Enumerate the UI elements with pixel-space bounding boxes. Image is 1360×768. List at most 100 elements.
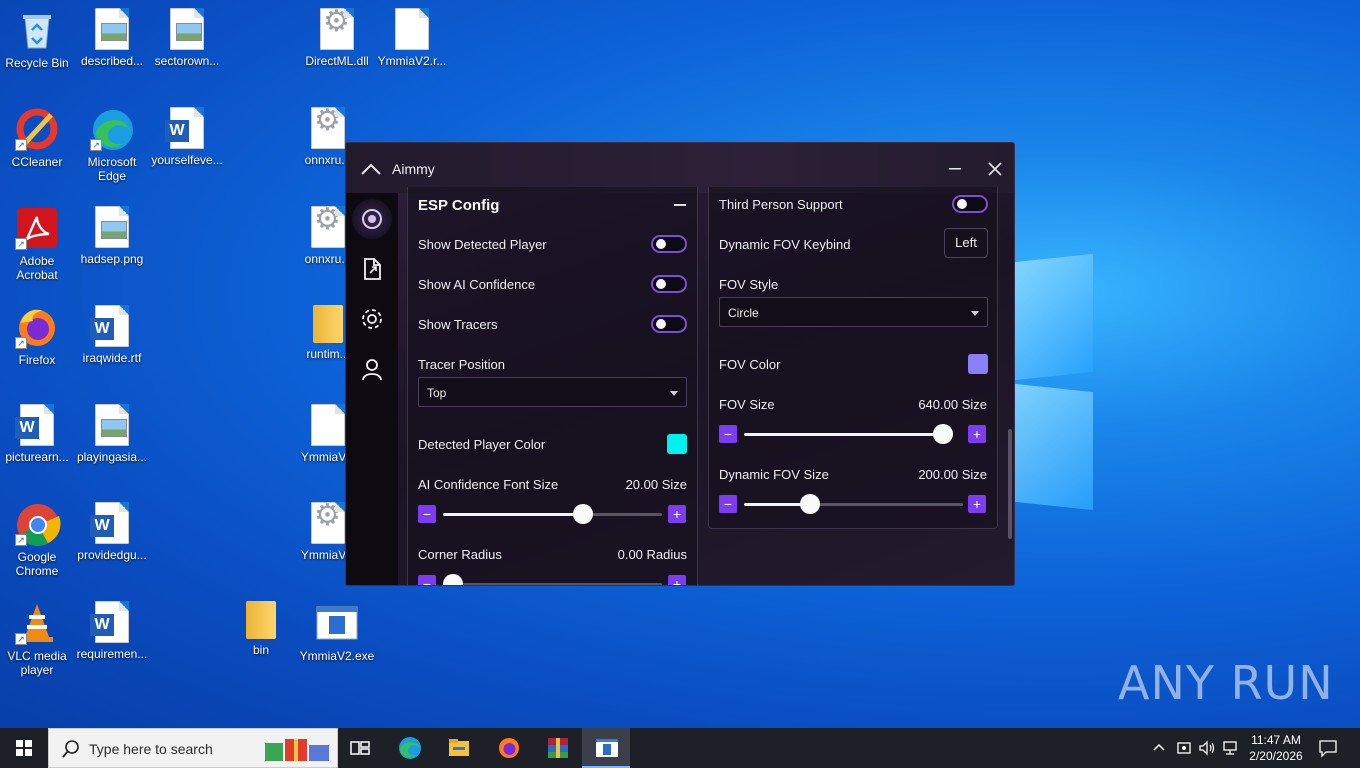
- volume-icon[interactable]: [1198, 740, 1216, 759]
- taskbar-search-box[interactable]: Type here to search: [48, 728, 338, 768]
- desktop-icon-requiremen[interactable]: requiremen...: [74, 601, 150, 661]
- folder-icon: [246, 601, 276, 639]
- increase-button[interactable]: +: [668, 575, 686, 585]
- file-explorer-icon[interactable]: [447, 736, 471, 760]
- network-icon[interactable]: [1222, 740, 1240, 759]
- corner-radius-slider[interactable]: [443, 574, 662, 585]
- clock-time: 11:47 AM: [1251, 733, 1301, 747]
- chrome-icon: ↗: [15, 502, 61, 546]
- desktop-icon-hadsep[interactable]: hadsep.png: [74, 206, 150, 266]
- start-button[interactable]: [0, 728, 48, 768]
- decrease-button[interactable]: −: [719, 425, 737, 443]
- show-detected-player-toggle[interactable]: [651, 235, 687, 253]
- desktop-icon-label: Recycle Bin: [5, 56, 69, 70]
- desktop-icon-ymmiav2-exe[interactable]: YmmiaV2.exe: [299, 601, 375, 663]
- desktop-icon-bin[interactable]: bin: [223, 601, 299, 657]
- show-ai-confidence-toggle[interactable]: [651, 275, 687, 293]
- desktop-icon-described[interactable]: described...: [74, 8, 150, 68]
- slider-thumb[interactable]: [443, 574, 463, 585]
- increase-button[interactable]: +: [668, 505, 686, 523]
- increase-button[interactable]: +: [968, 425, 986, 443]
- desktop-icon-yourselfeve[interactable]: yourselfeve...: [149, 107, 225, 167]
- nav-file-export-icon[interactable]: [359, 256, 385, 282]
- meet-now-icon[interactable]: [1176, 740, 1192, 759]
- desktop-icon-ymmiav2-r[interactable]: YmmiaV2.r...: [374, 8, 450, 68]
- desktop-icon-acrobat[interactable]: ↗ Adobe Acrobat: [0, 206, 75, 282]
- detected-player-color-label: Detected Player Color: [418, 437, 546, 452]
- desktop-icon-directml[interactable]: DirectML.dll: [299, 8, 375, 68]
- decrease-button[interactable]: −: [719, 495, 737, 513]
- blank-file-icon: [311, 404, 345, 446]
- close-button[interactable]: [985, 157, 1005, 179]
- nav-aim-target-icon[interactable]: [352, 199, 392, 239]
- content-scrollbar[interactable]: [1008, 429, 1012, 539]
- increase-button[interactable]: +: [968, 495, 986, 513]
- toggle-knob: [656, 319, 666, 329]
- decrease-button[interactable]: −: [418, 575, 436, 585]
- notification-center-icon[interactable]: [1318, 738, 1338, 761]
- slider-thumb[interactable]: [799, 494, 820, 514]
- edge-taskbar-icon[interactable]: [398, 736, 422, 760]
- third-person-support-toggle[interactable]: [952, 195, 988, 213]
- dll-file-icon: [311, 107, 345, 149]
- slider-fill: [443, 513, 584, 516]
- taskbar-clock[interactable]: 11:47 AM 2/20/2026: [1248, 732, 1304, 764]
- desktop-icon-edge[interactable]: ↗ Microsoft Edge: [74, 107, 150, 183]
- desktop-icon-label: bin: [252, 643, 269, 657]
- image-file-icon: [170, 8, 204, 50]
- slider-fill: [744, 433, 943, 436]
- nav-account-user-icon[interactable]: [359, 356, 385, 382]
- dynamic-fov-size-slider[interactable]: [744, 494, 963, 514]
- taskbar-app-active[interactable]: [582, 728, 630, 768]
- toggle-label: Show Tracers: [418, 317, 498, 332]
- dynamic-fov-keybind-button[interactable]: Left: [944, 228, 988, 258]
- chevron-up-icon[interactable]: [360, 158, 382, 180]
- fov-style-label: FOV Style: [719, 277, 779, 292]
- dynamic-fov-size-label: Dynamic FOV Size: [719, 467, 829, 482]
- firefox-taskbar-icon[interactable]: [497, 736, 521, 760]
- show-hidden-icons-chevron-icon[interactable]: [1152, 740, 1166, 757]
- title-bar[interactable]: Aimmy: [346, 143, 1014, 193]
- window-title: Aimmy: [392, 161, 435, 177]
- task-view-icon[interactable]: [348, 736, 372, 760]
- desktop-icon-sectorown[interactable]: sectorown...: [149, 8, 225, 68]
- blank-file-icon: [395, 8, 429, 50]
- panel-heading: ESP Config: [418, 197, 500, 214]
- aimmy-window[interactable]: Aimmy ESP Config Show Detected Player Sh: [345, 142, 1015, 586]
- acrobat-icon: ↗: [15, 206, 59, 250]
- desktop-icon-firefox[interactable]: ↗ Firefox: [0, 305, 75, 367]
- watermark-text: ANY RUN: [1118, 656, 1334, 710]
- shortcut-arrow-icon: ↗: [15, 139, 27, 151]
- fov-size-slider[interactable]: [744, 424, 953, 444]
- desktop-icon-playingasia[interactable]: playingasia...: [74, 404, 150, 464]
- winrar-taskbar-icon[interactable]: [546, 736, 570, 760]
- desktop-icon-ccleaner[interactable]: ↗ CCleaner: [0, 107, 75, 169]
- ai-confidence-font-size-slider[interactable]: [443, 504, 662, 524]
- show-tracers-toggle[interactable]: [651, 315, 687, 333]
- decrease-button[interactable]: −: [418, 505, 436, 523]
- fov-style-dropdown[interactable]: Circle: [719, 297, 988, 327]
- tracer-position-dropdown[interactable]: Top: [418, 377, 687, 407]
- nav-settings-gear-icon[interactable]: [359, 306, 385, 332]
- tracer-position-label: Tracer Position: [418, 357, 505, 372]
- slider-thumb[interactable]: [573, 504, 594, 524]
- image-file-icon: [95, 206, 129, 248]
- desktop-icon-picturearn[interactable]: picturearn...: [0, 404, 75, 464]
- detected-player-color-swatch[interactable]: [667, 434, 687, 454]
- desktop-icon-iraqwide[interactable]: iraqwide.rtf: [74, 305, 150, 365]
- slider-thumb[interactable]: [933, 424, 953, 444]
- minimize-button[interactable]: [946, 157, 964, 179]
- desktop-icon-chrome[interactable]: ↗ Google Chrome: [0, 502, 75, 578]
- search-highlight-gifts-icon: [263, 735, 333, 768]
- vlc-icon: ↗: [15, 601, 59, 645]
- desktop-icon-vlc[interactable]: ↗ VLC media player: [0, 601, 75, 677]
- fov-color-swatch[interactable]: [968, 354, 988, 374]
- collapse-minus-icon[interactable]: [674, 204, 686, 206]
- ccleaner-icon: ↗: [15, 107, 59, 151]
- desktop-icon-providedgu[interactable]: providedgu...: [74, 502, 150, 562]
- clock-date: 2/20/2026: [1249, 749, 1303, 763]
- dropdown-value: Top: [427, 386, 447, 400]
- desktop-icon-recycle-bin[interactable]: Recycle Bin: [0, 8, 75, 70]
- fov-color-label: FOV Color: [719, 357, 781, 372]
- folder-icon: [313, 305, 343, 343]
